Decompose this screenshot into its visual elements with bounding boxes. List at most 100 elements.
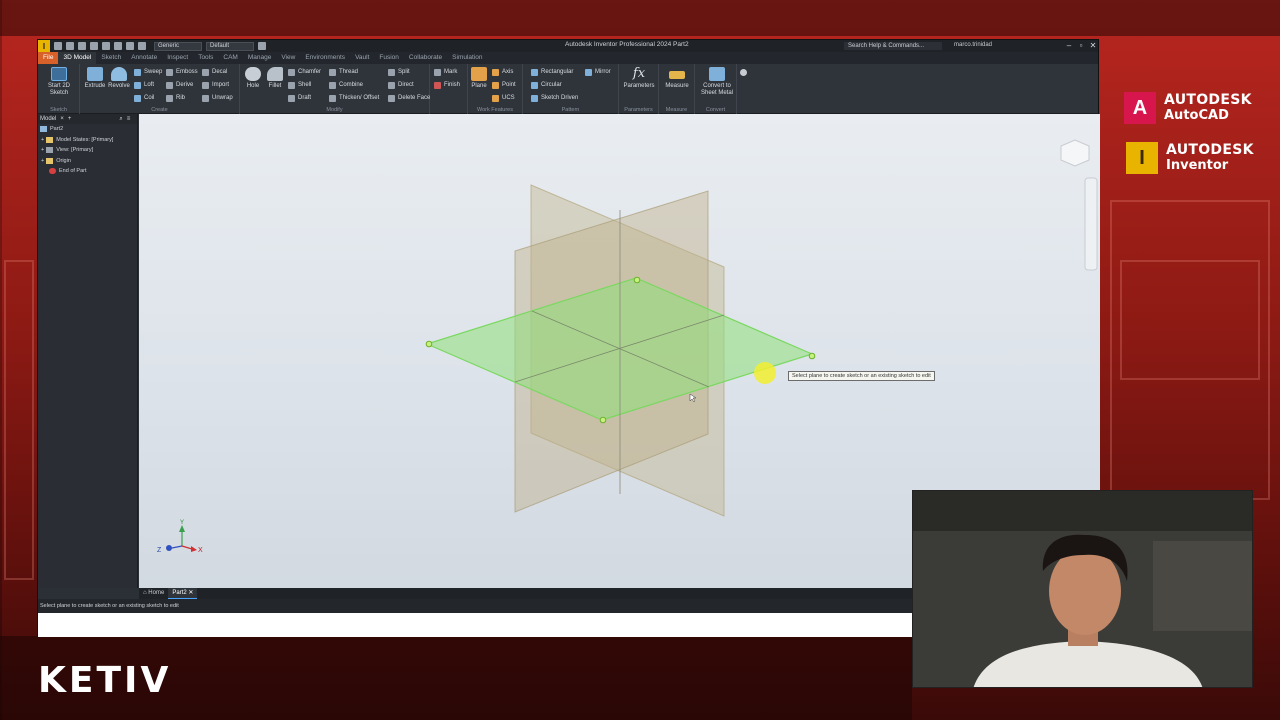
tab-inspect[interactable]: Inspect bbox=[162, 52, 193, 64]
appearance-select[interactable]: Generic bbox=[154, 41, 202, 51]
emboss-button[interactable]: Emboss bbox=[166, 67, 198, 77]
rectangular-pattern-button[interactable]: Rectangular bbox=[531, 67, 573, 77]
expand-icon[interactable]: + bbox=[41, 156, 44, 167]
thicken-offset-button[interactable]: Thicken/ Offset bbox=[329, 93, 379, 103]
rib-button[interactable]: Rib bbox=[166, 93, 185, 103]
plane-handle[interactable] bbox=[633, 276, 641, 284]
inventor-logo-icon[interactable]: I bbox=[38, 40, 50, 52]
tab-sketch[interactable]: Sketch bbox=[96, 52, 126, 64]
expand-icon[interactable]: + bbox=[41, 135, 44, 146]
decal-button[interactable]: Decal bbox=[202, 67, 227, 77]
plane-handle[interactable] bbox=[599, 416, 607, 424]
point-button[interactable]: Point bbox=[492, 80, 516, 90]
tab-manage[interactable]: Manage bbox=[243, 52, 277, 64]
tab-fusion[interactable]: Fusion bbox=[374, 52, 404, 64]
search-input[interactable]: Search Help & Commands... bbox=[844, 42, 942, 50]
browser-tab-model[interactable]: Model bbox=[40, 114, 56, 124]
combine-button[interactable]: Combine bbox=[329, 80, 363, 90]
finish-button[interactable]: Finish bbox=[434, 80, 460, 90]
webcam-feed bbox=[912, 490, 1253, 688]
material-select[interactable]: Default bbox=[206, 41, 254, 51]
direct-button[interactable]: Direct bbox=[388, 80, 414, 90]
delete-face-button[interactable]: Delete Face bbox=[388, 93, 430, 103]
tab-environments[interactable]: Environments bbox=[300, 52, 350, 64]
navigation-bar[interactable] bbox=[1084, 177, 1098, 271]
unwrap-button[interactable]: Unwrap bbox=[202, 93, 233, 103]
add-tab-icon[interactable]: + bbox=[68, 114, 72, 124]
x-triad-arrow bbox=[191, 546, 197, 552]
close-icon[interactable]: × bbox=[60, 114, 64, 124]
group-label-pattern: Pattern bbox=[561, 107, 580, 113]
update-icon[interactable] bbox=[126, 42, 134, 50]
split-button[interactable]: Split bbox=[388, 67, 410, 77]
derive-button[interactable]: Derive bbox=[166, 80, 193, 90]
start-2d-sketch-button[interactable]: Start 2D Sketch bbox=[44, 67, 74, 97]
tree-item-origin[interactable]: + Origin bbox=[38, 156, 137, 167]
mark-button[interactable]: Mark bbox=[434, 67, 457, 77]
loft-button[interactable]: Loft bbox=[134, 80, 154, 90]
open-icon[interactable] bbox=[66, 42, 74, 50]
tree-item-part[interactable]: Part2 bbox=[38, 124, 137, 135]
close-icon[interactable]: ✕ bbox=[1088, 40, 1098, 52]
redo-icon[interactable] bbox=[102, 42, 110, 50]
tab-home[interactable]: ⌂ Home bbox=[139, 588, 168, 599]
import-button[interactable]: Import bbox=[202, 80, 229, 90]
ribbon-options-button[interactable] bbox=[740, 67, 750, 77]
chamfer-button[interactable]: Chamfer bbox=[288, 67, 321, 77]
tab-3d-model[interactable]: 3D Model bbox=[58, 52, 97, 64]
cursor-highlight bbox=[754, 362, 776, 384]
tree-item-end-of-part[interactable]: End of Part bbox=[38, 166, 137, 177]
sketch-driven-pattern-button[interactable]: Sketch Driven bbox=[531, 93, 578, 103]
coil-button[interactable]: Coil bbox=[134, 93, 154, 103]
close-icon[interactable]: ✕ bbox=[187, 590, 193, 596]
mirror-button[interactable]: Mirror bbox=[585, 67, 611, 77]
circular-pattern-button[interactable]: Circular bbox=[531, 80, 562, 90]
select-icon[interactable] bbox=[138, 42, 146, 50]
convert-sheet-metal-button[interactable]: Convert to Sheet Metal bbox=[699, 67, 735, 97]
plane-handle[interactable] bbox=[425, 340, 433, 348]
restore-icon[interactable]: ▫ bbox=[1076, 40, 1086, 52]
minimize-icon[interactable]: – bbox=[1064, 40, 1074, 52]
coil-icon bbox=[134, 94, 141, 102]
tab-simulation[interactable]: Simulation bbox=[447, 52, 487, 64]
plane-handle[interactable] bbox=[808, 352, 816, 360]
fillet-button[interactable]: Fillet bbox=[262, 67, 288, 90]
extrude-button[interactable]: Extrude bbox=[82, 67, 108, 90]
tab-file[interactable]: File bbox=[38, 52, 59, 64]
thread-button[interactable]: Thread bbox=[329, 67, 358, 77]
tree-item-model-states[interactable]: + Model States: [Primary] bbox=[38, 135, 137, 146]
finish-icon bbox=[434, 81, 441, 89]
view-cube[interactable] bbox=[1060, 139, 1090, 167]
measure-button[interactable]: Measure bbox=[664, 67, 690, 90]
plane-button[interactable]: Plane bbox=[468, 67, 490, 90]
sweep-button[interactable]: Sweep bbox=[134, 67, 162, 77]
user-account[interactable]: marco.trinidad bbox=[954, 42, 992, 48]
axis-button[interactable]: Axis bbox=[492, 67, 513, 77]
ucs-button[interactable]: UCS bbox=[492, 93, 515, 103]
save-icon[interactable] bbox=[78, 42, 86, 50]
tab-tools[interactable]: Tools bbox=[193, 52, 218, 64]
draft-button[interactable]: Draft bbox=[288, 93, 311, 103]
parameters-button[interactable]: fx Parameters bbox=[621, 67, 657, 90]
tab-collaborate[interactable]: Collaborate bbox=[404, 52, 447, 64]
tree-item-view[interactable]: + View: [Primary] bbox=[38, 145, 137, 156]
menu-icon[interactable]: ≡ bbox=[127, 114, 131, 124]
home-icon[interactable] bbox=[114, 42, 122, 50]
tab-annotate[interactable]: Annotate bbox=[126, 52, 162, 64]
tab-vault[interactable]: Vault bbox=[350, 52, 374, 64]
tab-part2[interactable]: Part2 ✕ bbox=[168, 588, 198, 599]
tab-cam[interactable]: CAM bbox=[218, 52, 242, 64]
new-icon[interactable] bbox=[54, 42, 62, 50]
revolve-button[interactable]: Revolve bbox=[106, 67, 132, 90]
unwrap-icon bbox=[202, 94, 209, 102]
expand-icon[interactable]: + bbox=[41, 145, 44, 156]
undo-icon[interactable] bbox=[90, 42, 98, 50]
tab-view[interactable]: View bbox=[276, 52, 300, 64]
sheet-metal-icon bbox=[709, 67, 725, 81]
point-icon bbox=[492, 81, 499, 89]
window-title: Autodesk Inventor Professional 2024 Part… bbox=[565, 41, 689, 48]
shell-button[interactable]: Shell bbox=[288, 80, 311, 90]
fx-icon[interactable] bbox=[258, 42, 266, 50]
search-icon[interactable]: ⌕ bbox=[119, 114, 122, 124]
model-browser: Model × + ⌕ ≡ Part2 + Model States: [Pri… bbox=[38, 114, 138, 588]
